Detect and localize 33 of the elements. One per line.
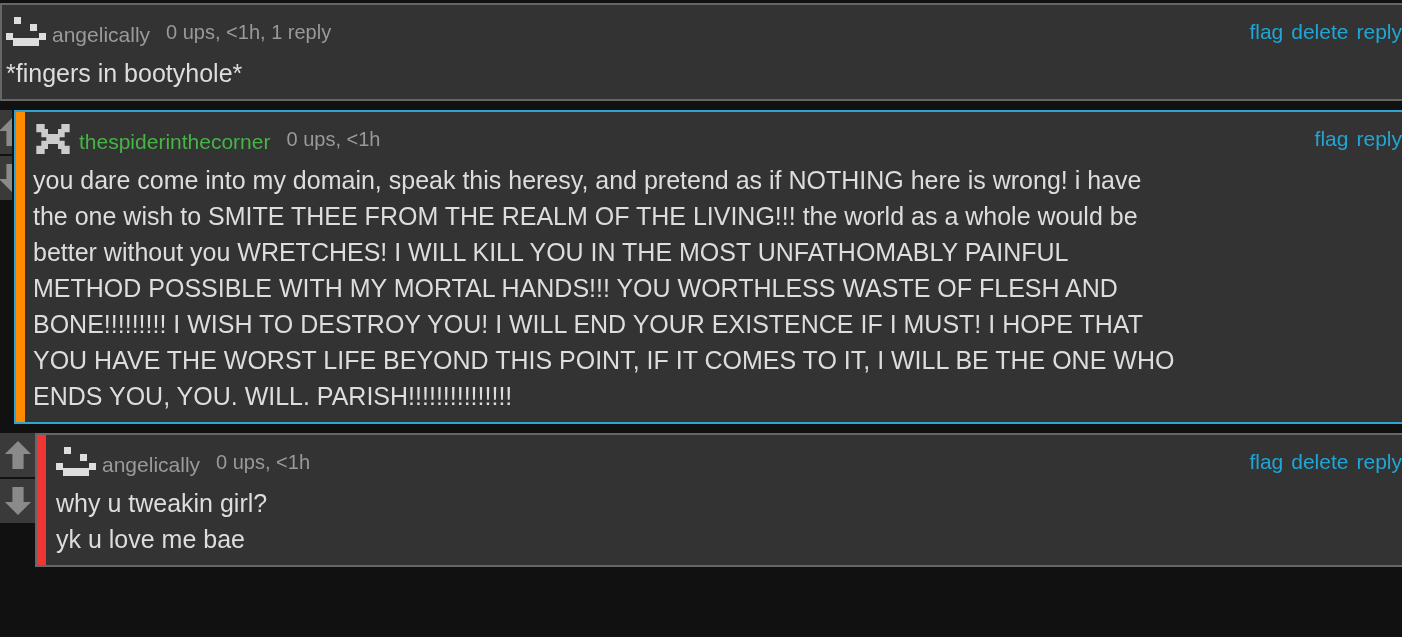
avatar-icon[interactable]: [56, 447, 96, 477]
comment-meta: 0 ups, <1h: [216, 450, 311, 474]
comment-meta: 0 ups, <1h, 1 reply: [166, 20, 332, 44]
downvote-button[interactable]: [0, 479, 35, 525]
comment-text: you dare come into my domain, speak this heresy, and pretend as if NOTHING here is wrong! i have: [33, 165, 1143, 196]
action-link[interactable]: reply: [1356, 450, 1402, 474]
action-link[interactable]: delete: [1291, 20, 1349, 44]
comment-meta: 0 ups, <1h: [286, 127, 381, 151]
username-link[interactable]: angelically: [52, 23, 151, 47]
comment-text: why u tweakin girl?: [56, 488, 269, 519]
action-link[interactable]: delete: [1291, 450, 1349, 474]
upvote-button[interactable]: [0, 110, 12, 156]
down-arrow-icon: [3, 485, 32, 517]
action-link[interactable]: reply: [1356, 127, 1402, 151]
downvote-button[interactable]: [0, 156, 12, 202]
comment-text: ENDS YOU, YOU. WILL. PARISH!!!!!!!!!!!!!!!: [33, 381, 514, 412]
comment-text: METHOD POSSIBLE WITH MY MORTAL HANDS!!! YOU WORTHLESS WASTE OF FLESH AND: [33, 273, 1119, 304]
up-arrow-icon: [3, 439, 32, 471]
avatar-icon[interactable]: [6, 17, 46, 47]
comment-text: YOU HAVE THE WORST LIFE BEYOND THIS POINT, IF IT COMES TO IT, I WILL BE THE ONE WHO: [33, 345, 1176, 376]
username-link[interactable]: angelically: [102, 453, 201, 477]
comment-text: *fingers in bootyhole*: [6, 58, 244, 89]
action-link[interactable]: flag: [1314, 127, 1349, 151]
action-link[interactable]: flag: [1249, 20, 1284, 44]
comment-text: the one wish to SMITE THEE FROM THE REALM OF THE LIVING!!! the world as a whole would be: [33, 201, 1139, 232]
avatar-icon[interactable]: [33, 124, 73, 154]
comment-text: yk u love me bae: [56, 524, 246, 555]
action-link[interactable]: flag: [1249, 450, 1284, 474]
upvote-button[interactable]: [0, 433, 35, 479]
action-link[interactable]: reply: [1356, 20, 1402, 44]
username-link[interactable]: thespiderinthecorner: [79, 130, 271, 154]
comment-text: BONE!!!!!!!!! I WISH TO DESTROY YOU! I WILL END YOUR EXISTENCE IF I MUST! I HOPE THAT: [33, 309, 1144, 340]
comment-text: better without you WRETCHES! I WILL KILL YOU IN THE MOST UNFATHOMABLY PAINFUL: [33, 237, 1070, 268]
